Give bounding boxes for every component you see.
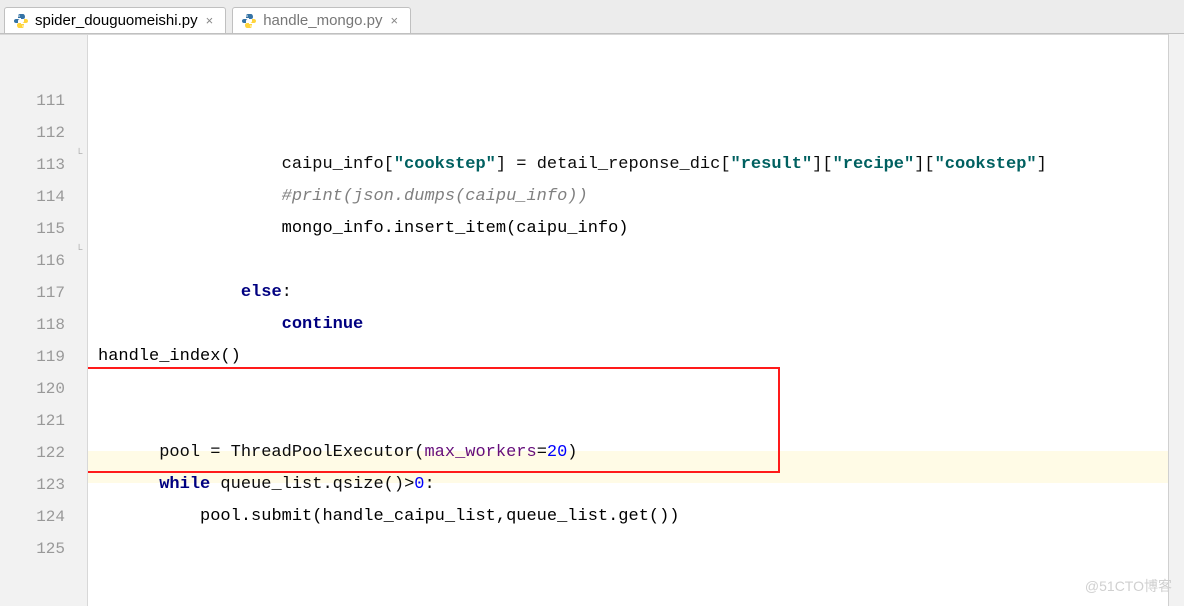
close-icon[interactable]: × [388, 13, 400, 28]
close-icon[interactable]: × [204, 13, 216, 28]
code-line: caipu_info["cookstep"] = detail_reponse_… [88, 85, 1184, 117]
code-line: handle_index() [88, 341, 1184, 373]
fold-column: └ └ [71, 35, 87, 606]
watermark-text: @51CTO博客 [1085, 576, 1172, 596]
code-editor-area[interactable]: caipu_info["cookstep"] = detail_reponse_… [88, 35, 1184, 606]
tab-handle-mongo[interactable]: handle_mongo.py × [232, 7, 411, 33]
editor: 1111121131141151161171181191201211221231… [0, 34, 1184, 606]
python-file-icon [13, 13, 29, 29]
editor-tab-bar: spider_douguomeishi.py × handle_mongo.py… [0, 0, 1184, 34]
code-line: #print(json.dumps(caipu_info)) [88, 117, 1184, 149]
line-number-gutter: 1111121131141151161171181191201211221231… [0, 35, 88, 606]
vertical-scrollbar[interactable] [1168, 34, 1184, 606]
tab-label: handle_mongo.py [263, 12, 382, 29]
tab-spider-douguomeishi[interactable]: spider_douguomeishi.py × [4, 7, 226, 33]
fold-end-icon[interactable]: └ [73, 149, 85, 161]
code-line: pool = ThreadPoolExecutor(max_workers=20… [88, 373, 1184, 405]
code-line: while queue_list.qsize()>0: [88, 405, 1184, 437]
tab-label: spider_douguomeishi.py [35, 12, 198, 29]
code-line: continue [88, 245, 1184, 277]
fold-end-icon[interactable]: └ [73, 245, 85, 257]
code-line [88, 533, 1184, 565]
python-file-icon [241, 13, 257, 29]
